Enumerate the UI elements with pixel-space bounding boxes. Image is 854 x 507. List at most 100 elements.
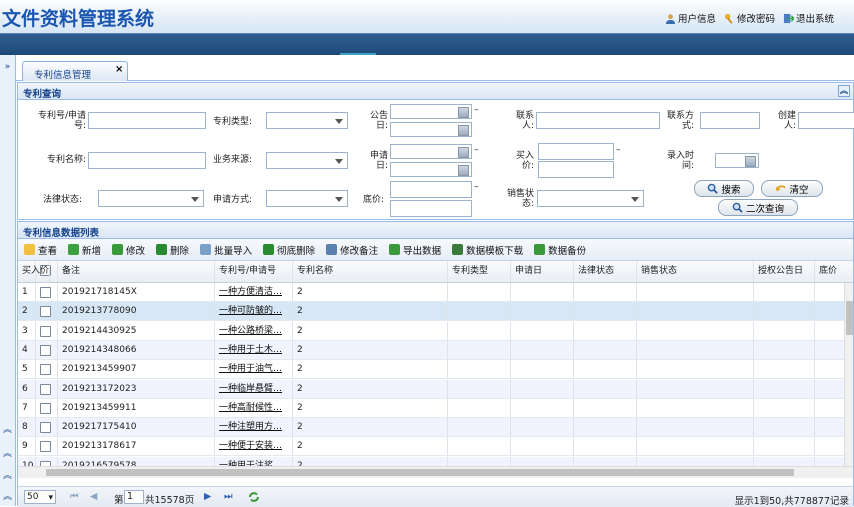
column-header[interactable]: 备注 [58, 261, 215, 282]
tab-patent-management[interactable]: 专利信息管理 × [22, 61, 128, 81]
row-checkbox[interactable] [40, 402, 51, 414]
notice-date-start[interactable] [390, 104, 472, 119]
search-button[interactable]: 搜索 [694, 180, 754, 197]
patent-name-link[interactable]: 一种可防皱的… [219, 306, 282, 316]
patent-no-input[interactable] [88, 112, 206, 129]
table-row[interactable]: 6 2019213172023 一种临岸悬臂… 2 [18, 379, 853, 399]
edit-button[interactable]: 修改 [112, 243, 145, 257]
patent-name-link[interactable]: 一种公路桥梁… [219, 326, 282, 336]
tab-strip: 专利信息管理 × [16, 55, 854, 81]
column-header[interactable]: 专利名称 [293, 261, 448, 282]
contact-method-input[interactable] [700, 112, 760, 129]
column-header[interactable]: 专利号/申请号 [215, 261, 293, 282]
batch-import-button[interactable]: 批量导入 [200, 243, 252, 257]
patent-name-link[interactable]: 一种临岸悬臂… [219, 384, 282, 394]
horizontal-scrollbar[interactable] [18, 466, 853, 478]
cell-empty [511, 418, 574, 437]
scroll-thumb[interactable] [46, 469, 794, 476]
apply-date-end[interactable] [390, 162, 472, 177]
patent-name-input[interactable] [88, 152, 206, 169]
patent-type-select[interactable] [266, 112, 348, 129]
tab-label: 专利信息管理 [34, 70, 92, 81]
row-checkbox[interactable] [40, 306, 51, 318]
table-row[interactable]: 9 2019213178617 一种便于安装… 2 [18, 437, 853, 457]
table-row[interactable]: 4 2019214348066 一种用于土木… 2 [18, 340, 853, 360]
template-download-button[interactable]: 数据模板下载 [452, 243, 523, 257]
collapse-icon[interactable]: ︽ [838, 85, 850, 97]
collapse-up-icon[interactable]: ︽ [1, 491, 14, 504]
collapse-up-icon[interactable]: ︽ [1, 448, 14, 461]
refresh-icon[interactable] [247, 490, 261, 504]
table-row[interactable]: 7 2019213459911 一种高耐候性… 2 [18, 398, 853, 418]
table-row[interactable]: 1 201921718145X 一种方便清洁… 2 [18, 283, 853, 302]
collapse-up-icon[interactable]: ︽ [1, 424, 14, 437]
page-size-select[interactable]: 50 ▾ [24, 490, 56, 504]
second-search-button[interactable]: 二次查询 [718, 199, 798, 216]
buy-price-max[interactable] [538, 161, 614, 178]
scroll-thumb[interactable] [846, 301, 853, 335]
patent-name-link[interactable]: 一种高耐候性… [219, 403, 282, 413]
notice-date-end[interactable] [390, 122, 472, 137]
table-row[interactable]: 10 2019216579578 一种用于注浆… 2 [18, 456, 853, 466]
column-header[interactable]: 法律状态 [574, 261, 637, 282]
clear-button[interactable]: 清空 [761, 180, 823, 197]
table-row[interactable]: 3 2019214430925 一种公路桥梁… 2 [18, 321, 853, 341]
apply-method-select[interactable] [266, 190, 348, 207]
collapse-up-icon[interactable]: ︽ [1, 470, 14, 483]
patent-name-link[interactable]: 一种便于安装… [219, 441, 282, 451]
row-checkbox[interactable] [40, 344, 51, 356]
app-header: 文件资料管理系统 用户信息 修改密码 退出系统 [0, 0, 854, 33]
contact-input[interactable] [536, 112, 660, 129]
add-button[interactable]: 新增 [68, 243, 101, 257]
patent-name-link[interactable]: 一种注塑用方… [219, 422, 282, 432]
row-checkbox-cell [36, 418, 58, 437]
table-row[interactable]: 2 2019213778090 一种可防皱的… 2 [18, 302, 853, 322]
expand-icon[interactable]: » [1, 61, 14, 74]
patent-name-link[interactable]: 一种用于油气… [219, 364, 282, 374]
close-icon[interactable]: × [115, 64, 123, 75]
column-header[interactable]: 买入价 [18, 261, 51, 282]
last-page-icon[interactable]: ⏭ [224, 491, 233, 502]
next-page-icon[interactable]: ▶ [204, 491, 211, 502]
row-checkbox[interactable] [40, 422, 51, 434]
entry-time-input[interactable] [715, 153, 759, 168]
page-number-input[interactable]: 1 [124, 490, 144, 504]
column-header[interactable]: 专利类型 [448, 261, 511, 282]
column-header[interactable]: 销售状态 [637, 261, 754, 282]
change-password-link[interactable]: 修改密码 [724, 11, 775, 25]
row-checkbox[interactable] [40, 383, 51, 395]
legal-status-select[interactable] [98, 190, 204, 207]
backup-button[interactable]: 数据备份 [534, 243, 586, 257]
logout-link[interactable]: 退出系统 [783, 11, 834, 25]
view-button[interactable]: 查看 [24, 243, 57, 257]
patent-name-link[interactable]: 一种用于土木… [219, 345, 282, 355]
creator-input[interactable] [798, 112, 854, 129]
row-checkbox[interactable] [40, 364, 51, 376]
biz-source-select[interactable] [266, 152, 348, 169]
column-header[interactable]: 授权公告日 [754, 261, 815, 282]
edit-note-button[interactable]: 修改备注 [326, 243, 378, 257]
floor-price-min[interactable] [390, 181, 472, 198]
row-checkbox[interactable] [40, 441, 51, 453]
sale-status-select[interactable] [537, 190, 644, 207]
purge-button[interactable]: 彻底删除 [263, 243, 315, 257]
user-info-link[interactable]: 用户信息 [665, 11, 716, 25]
apply-date-start[interactable] [390, 144, 472, 159]
table-row[interactable]: 5 2019213459907 一种用于油气… 2 [18, 360, 853, 380]
prev-page-icon[interactable]: ◀ [90, 491, 97, 502]
row-checkbox[interactable] [40, 325, 51, 337]
column-header[interactable]: 底价 [815, 261, 853, 282]
delete-button[interactable]: 删除 [156, 243, 189, 257]
first-page-icon[interactable]: ⏮ [70, 491, 79, 502]
floor-price-max[interactable] [390, 200, 472, 217]
vertical-scrollbar[interactable] [844, 283, 853, 466]
row-number: 8 [18, 418, 36, 437]
patent-name-link[interactable]: 一种方便清洁… [219, 287, 282, 297]
table-row[interactable]: 8 2019217175410 一种注塑用方… 2 [18, 418, 853, 438]
row-checkbox[interactable] [40, 287, 51, 298]
range-dash: – [616, 145, 621, 155]
column-header[interactable]: 申请日 [511, 261, 574, 282]
buy-price-min[interactable] [538, 143, 614, 160]
cell-empty [448, 456, 511, 466]
export-button[interactable]: 导出数据 [389, 243, 441, 257]
